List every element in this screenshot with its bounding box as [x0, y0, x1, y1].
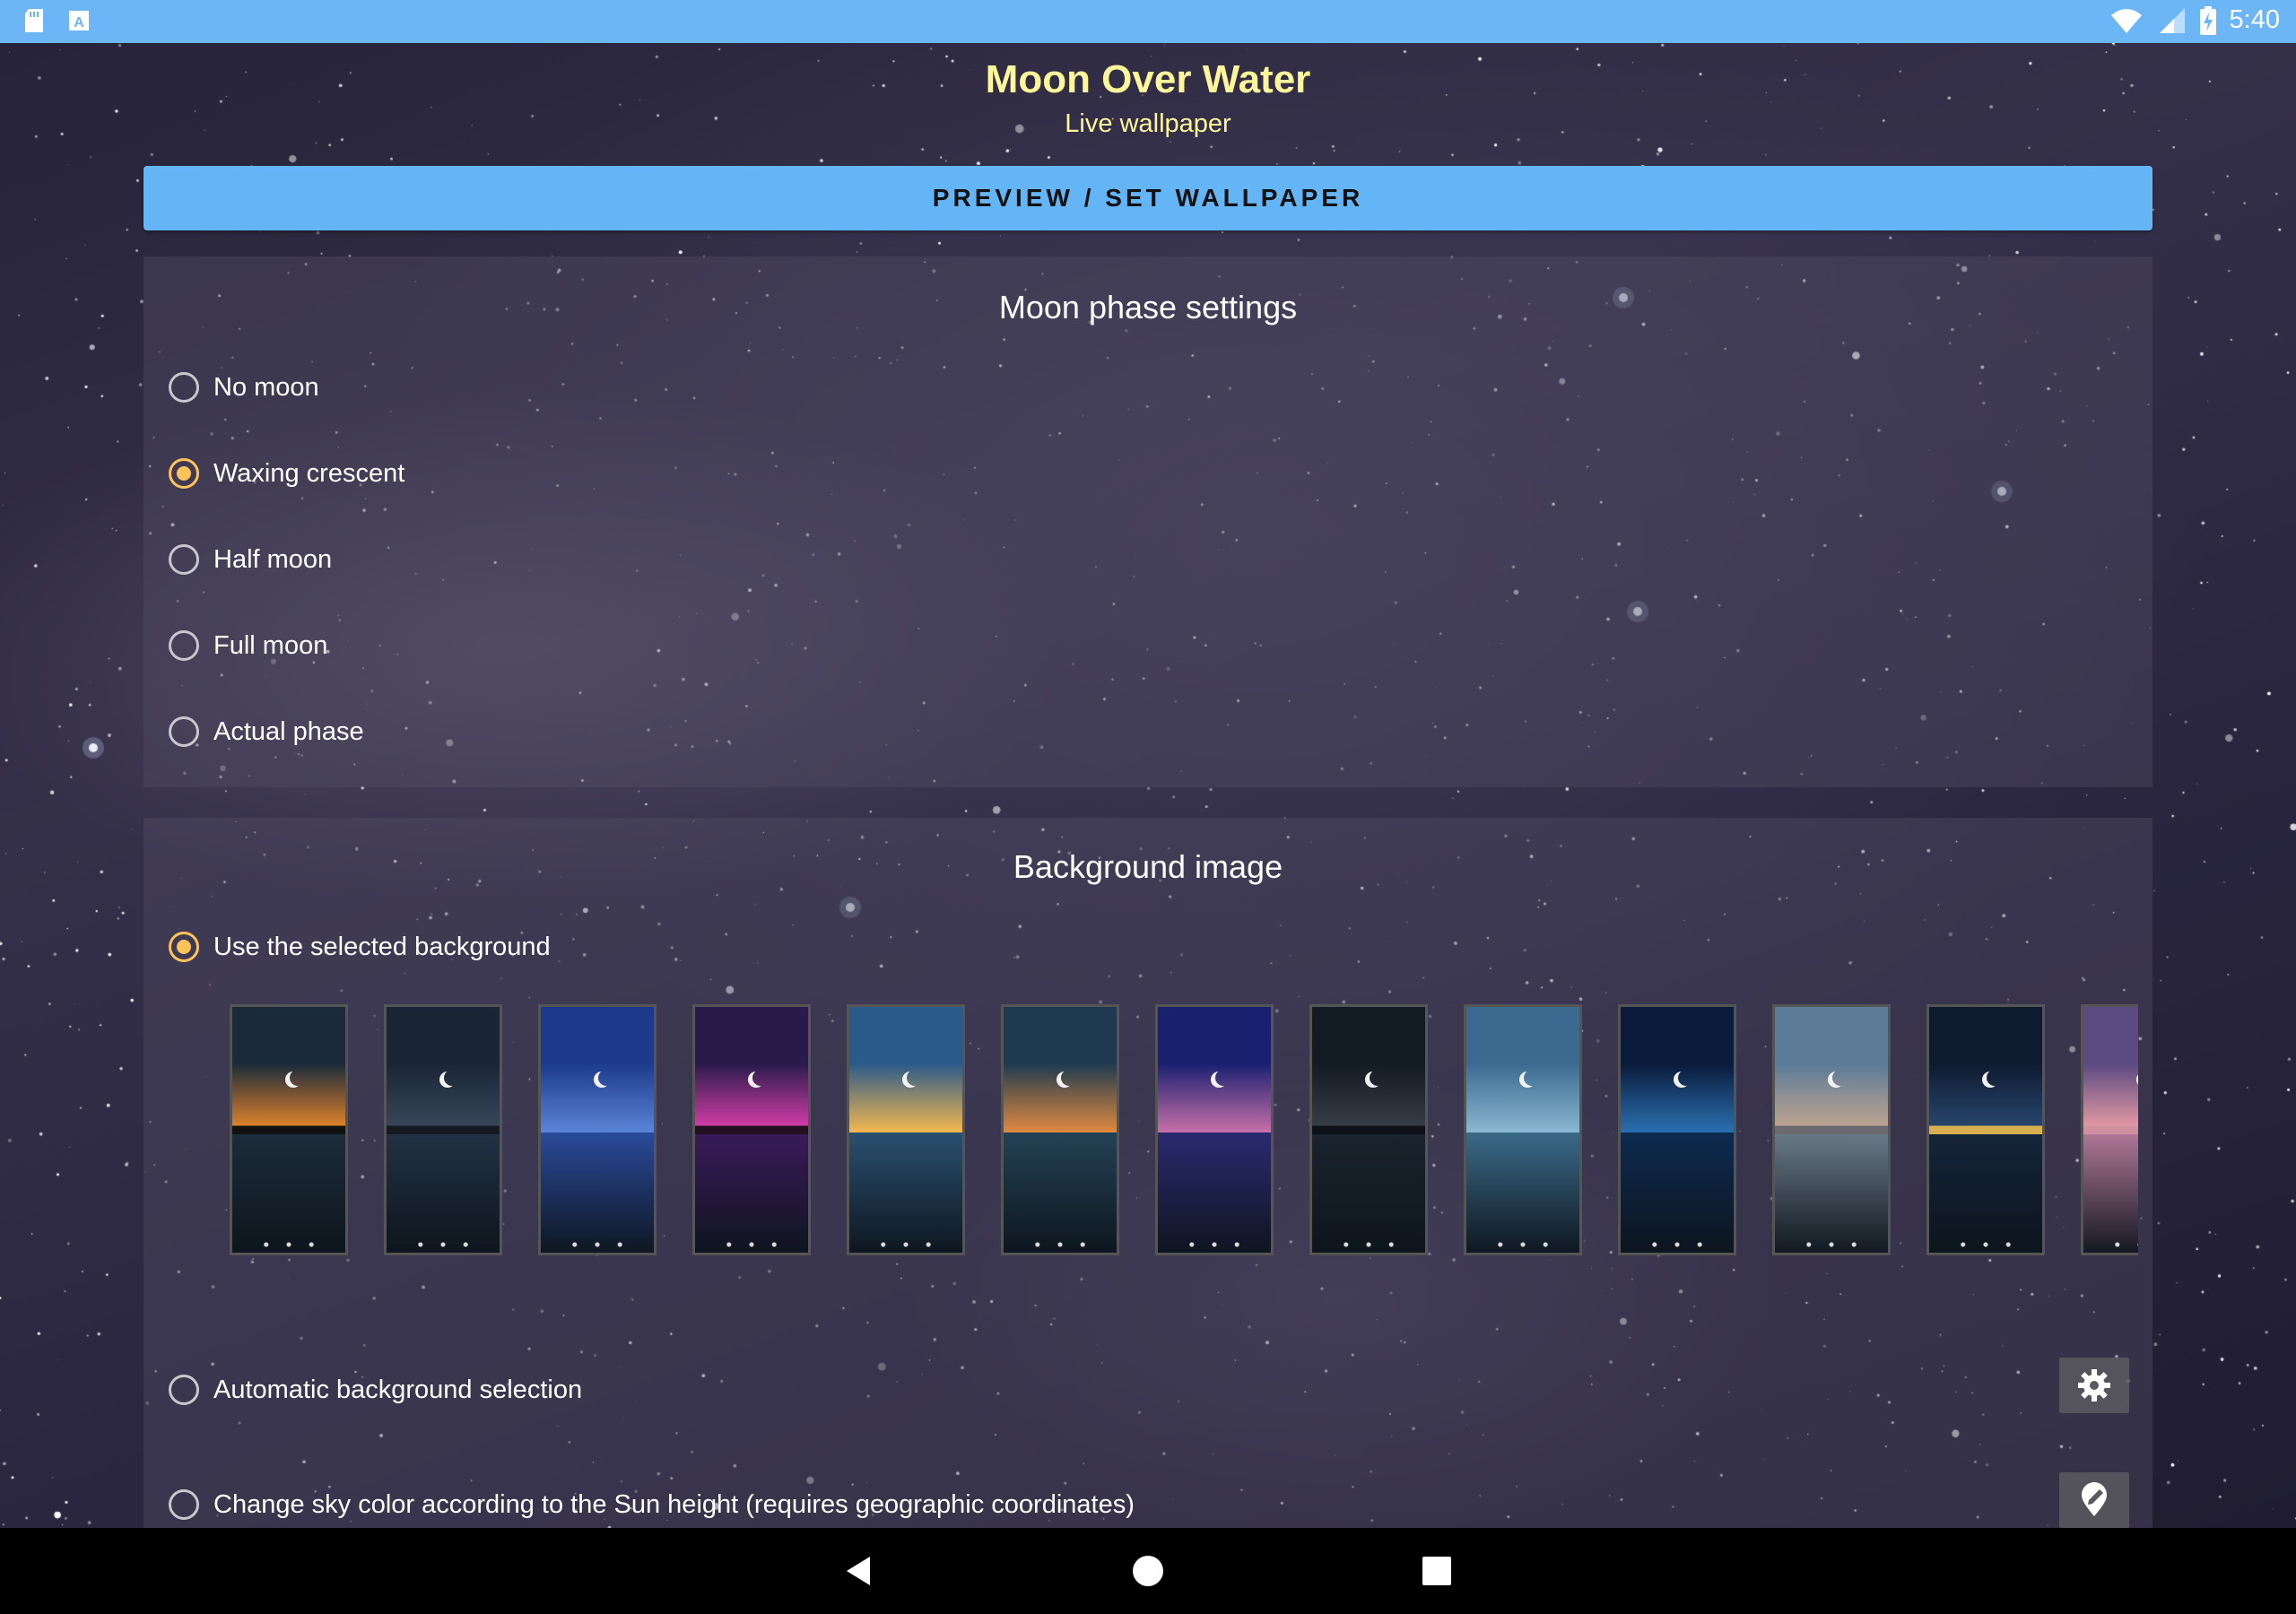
- radio-label: Automatic background selection: [213, 1375, 583, 1404]
- radio-label: No moon: [213, 372, 319, 402]
- background-thumbnail-violet-dusk[interactable]: [1155, 1004, 1274, 1255]
- background-thumbnail-teal-sunset[interactable]: [847, 1004, 965, 1255]
- radio-use-selected-background[interactable]: Use the selected background: [169, 927, 551, 967]
- background-thumbnail-pale-teal[interactable]: [1464, 1004, 1582, 1255]
- sd-card-icon: [25, 9, 43, 32]
- background-image-panel: Background image Use the selected backgr…: [144, 818, 2152, 1528]
- background-image-title: Background image: [1013, 848, 1283, 885]
- signal-icon: [2159, 7, 2185, 33]
- radio-automatic-background[interactable]: Automatic background selection: [169, 1370, 582, 1410]
- background-thumbnail-strip[interactable]: [230, 1004, 2138, 1264]
- radio-label: Use the selected background: [213, 932, 551, 961]
- radio-half-moon[interactable]: Half moon: [169, 540, 332, 579]
- radio-circle[interactable]: [169, 716, 199, 747]
- radio-circle-selected[interactable]: [169, 458, 199, 489]
- background-thumbnail-dark-islands[interactable]: [384, 1004, 502, 1255]
- wifi-icon: [2110, 8, 2142, 33]
- preview-set-wallpaper-button[interactable]: PREVIEW / SET WALLPAPER: [144, 166, 2152, 230]
- background-thumbnail-pink-city[interactable]: [2081, 1004, 2138, 1255]
- radio-change-sky-color[interactable]: Change sky color according to the Sun he…: [169, 1485, 1135, 1524]
- radio-label: Half moon: [213, 544, 333, 574]
- location-settings-button[interactable]: [2059, 1472, 2129, 1528]
- svg-text:A: A: [74, 15, 84, 30]
- app-title: Moon Over Water: [985, 57, 1311, 101]
- home-icon[interactable]: [1128, 1551, 1168, 1591]
- background-thumbnail-city-night[interactable]: [1926, 1004, 2045, 1255]
- auto-background-settings-button[interactable]: [2059, 1358, 2129, 1413]
- moon-phase-title: Moon phase settings: [998, 289, 1298, 325]
- radio-label: Actual phase: [213, 716, 364, 746]
- background-thumbnail-blue-night[interactable]: [538, 1004, 657, 1255]
- radio-label: Change sky color according to the Sun he…: [213, 1489, 1135, 1519]
- background-thumbnail-orange-dusk[interactable]: [230, 1004, 348, 1255]
- radio-circle[interactable]: [169, 1489, 199, 1520]
- gear-icon: [2078, 1369, 2110, 1401]
- background-thumbnail-teal-orange[interactable]: [1001, 1004, 1119, 1255]
- text-a-icon: A: [69, 11, 89, 30]
- radio-actual-phase[interactable]: Actual phase: [169, 712, 364, 751]
- radio-label: Full moon: [213, 630, 328, 660]
- background-thumbnail-deep-blue[interactable]: [1618, 1004, 1736, 1255]
- radio-circle[interactable]: [169, 544, 199, 575]
- system-navigation-bar: [0, 1528, 2296, 1614]
- radio-circle-selected[interactable]: [169, 932, 199, 962]
- moon-phase-panel: Moon phase settings No moon Waxing cresc…: [144, 256, 2152, 787]
- app-subtitle: Live wallpaper: [1065, 109, 1231, 138]
- radio-full-moon[interactable]: Full moon: [169, 626, 327, 665]
- background-thumbnail-city-dusk[interactable]: [1772, 1004, 1891, 1255]
- radio-waxing-crescent[interactable]: Waxing crescent: [169, 454, 404, 493]
- clock: 5:40: [2229, 5, 2280, 34]
- background-thumbnail-purple-magenta[interactable]: [692, 1004, 811, 1255]
- battery-charging-icon: [2199, 5, 2216, 35]
- background-thumbnail-dark-coast[interactable]: [1309, 1004, 1428, 1255]
- location-edit-icon: [2082, 1482, 2107, 1516]
- radio-circle[interactable]: [169, 372, 199, 403]
- recents-icon[interactable]: [1417, 1551, 1457, 1591]
- radio-circle[interactable]: [169, 1375, 199, 1405]
- back-icon[interactable]: [839, 1551, 879, 1591]
- radio-label: Waxing crescent: [213, 458, 405, 488]
- radio-no-moon[interactable]: No moon: [169, 368, 319, 407]
- radio-circle[interactable]: [169, 630, 199, 661]
- status-bar: A 5:40: [0, 0, 2296, 43]
